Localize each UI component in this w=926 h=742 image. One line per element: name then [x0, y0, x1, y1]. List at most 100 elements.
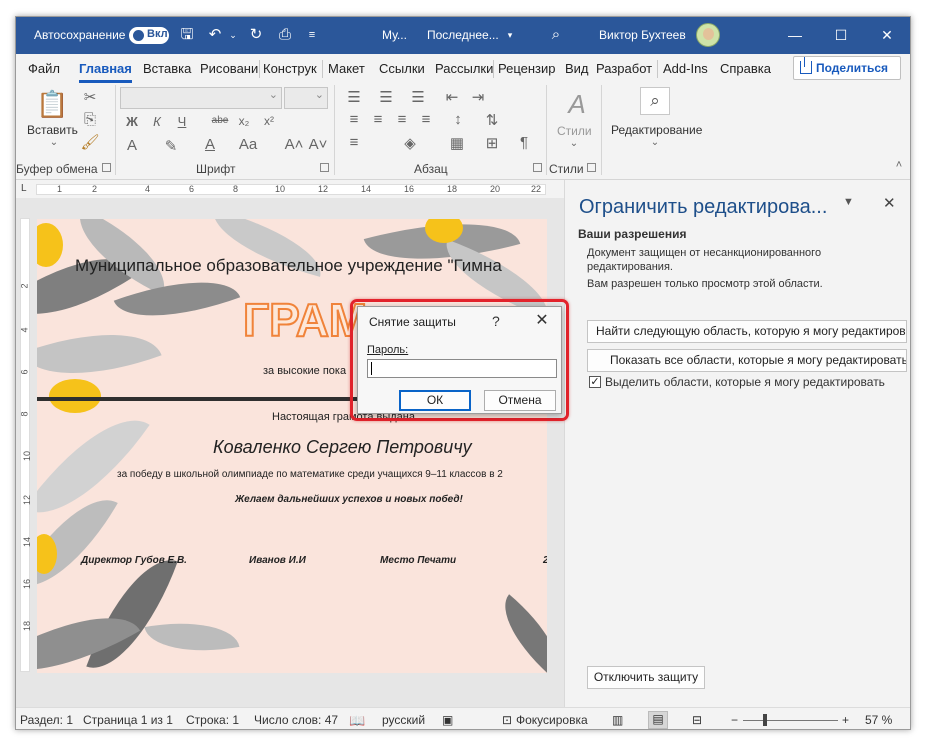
zoom-slider-thumb[interactable]	[763, 714, 767, 726]
dialog-close-button[interactable]: ✕	[533, 310, 551, 329]
close-button[interactable]: ✕	[864, 17, 910, 54]
tab-selector-icon[interactable]: L	[21, 183, 27, 194]
font-name-combo[interactable]	[120, 87, 282, 109]
pane-close-icon[interactable]: ✕	[883, 194, 896, 212]
undo-icon[interactable]: ↶	[205, 25, 225, 45]
pilcrow-button[interactable]: ¶	[514, 134, 534, 151]
text-effects-icon[interactable]: A	[122, 137, 142, 154]
tab-references[interactable]: Ссылки	[379, 61, 425, 76]
borders-icon[interactable]: ▦	[447, 134, 467, 152]
align-left-icon[interactable]: ≡	[344, 111, 364, 128]
zoom-level[interactable]: 57 %	[865, 713, 892, 727]
numbering-icon[interactable]: ☰	[376, 88, 396, 106]
clipboard-launcher-icon[interactable]	[102, 163, 111, 172]
cancel-button[interactable]: Отмена	[484, 390, 556, 411]
editing-dropdown-icon[interactable]: ⌄	[645, 137, 665, 148]
tab-layout[interactable]: Макет	[328, 61, 365, 76]
print-preview-icon[interactable]: ⎙	[275, 25, 295, 45]
document-status[interactable]: Последнее...	[427, 28, 499, 42]
save-icon[interactable]: 🖫	[177, 25, 197, 45]
focus-icon[interactable]: ⊡	[502, 713, 512, 727]
status-words[interactable]: Число слов: 47	[254, 713, 338, 727]
change-case-icon[interactable]: Aa	[238, 136, 258, 153]
zoom-slider[interactable]	[743, 720, 838, 721]
web-layout-icon[interactable]: ⊟	[692, 713, 702, 727]
strikethrough-button[interactable]: abe	[208, 115, 232, 126]
multilevel-list-icon[interactable]: ☰	[408, 88, 428, 106]
editing-search-icon[interactable]: ⌕	[640, 87, 670, 115]
distributed-icon[interactable]: ≡	[344, 134, 364, 151]
styles-icon[interactable]: A	[562, 89, 592, 120]
tab-insert[interactable]: Вставка	[143, 61, 191, 76]
italic-button[interactable]: К	[147, 114, 167, 129]
font-size-combo[interactable]	[284, 87, 328, 109]
styles-dropdown-icon[interactable]: ⌄	[564, 138, 584, 149]
collapse-ribbon-icon[interactable]: ˄	[889, 159, 909, 171]
tab-addins[interactable]: Add-Ins	[663, 61, 708, 76]
show-hide-icon[interactable]: ⊞	[482, 134, 502, 152]
line-spacing-icon[interactable]: ↕	[448, 111, 468, 128]
search-icon[interactable]: ⌕	[546, 25, 566, 45]
sort-icon[interactable]: ⇅	[482, 111, 502, 129]
read-mode-icon[interactable]: ▥	[612, 713, 623, 727]
tab-developer[interactable]: Разработ	[596, 61, 652, 76]
password-input[interactable]	[367, 359, 557, 378]
tab-home[interactable]: Главная	[79, 61, 132, 83]
document-page[interactable]: Муниципальное образовательное учреждение…	[37, 219, 547, 673]
user-name[interactable]: Виктор Бухтеев	[599, 28, 686, 42]
paste-label[interactable]: Вставить	[27, 123, 78, 137]
justify-icon[interactable]: ≡	[416, 111, 436, 128]
paste-icon[interactable]: 📋	[36, 89, 68, 120]
shading-icon[interactable]: ◈	[400, 134, 420, 152]
highlight-regions-checkbox[interactable]: ✓	[589, 376, 601, 388]
superscript-button[interactable]: x²	[259, 114, 279, 128]
share-button[interactable]: Поделиться	[793, 56, 901, 80]
proofing-icon[interactable]: 📖	[349, 713, 365, 729]
show-all-regions-button[interactable]: Показать все области, которые я могу ред…	[587, 349, 907, 372]
bold-button[interactable]: Ж	[122, 114, 142, 129]
format-painter-icon[interactable]: 🖌	[80, 133, 100, 151]
vertical-ruler[interactable]: 2 4 6 8 10 12 14 16 18	[20, 218, 32, 672]
zoom-out-button[interactable]: −	[731, 713, 738, 727]
zoom-in-button[interactable]: +	[842, 713, 849, 727]
title-dropdown-icon[interactable]: ▾	[500, 25, 520, 45]
copy-icon[interactable]: ⎘	[80, 111, 100, 128]
avatar[interactable]	[696, 23, 720, 47]
shrink-font-icon[interactable]: A˅	[308, 136, 328, 153]
font-color-icon[interactable]: A	[200, 136, 220, 153]
ok-button[interactable]: ОК	[399, 390, 471, 411]
grow-font-icon[interactable]: A˄	[284, 136, 304, 153]
cut-icon[interactable]: ✂	[80, 88, 100, 106]
tab-help[interactable]: Справка	[720, 61, 771, 76]
tab-mailings[interactable]: Рассылки	[435, 61, 493, 76]
styles-launcher-icon[interactable]	[587, 163, 596, 172]
styles-label[interactable]: Стили	[557, 124, 592, 138]
align-center-icon[interactable]: ≡	[368, 111, 388, 128]
increase-indent-icon[interactable]: ⇥	[468, 88, 488, 106]
autosave-toggle[interactable]: Вкл	[129, 27, 169, 44]
bullets-icon[interactable]: ☰	[344, 88, 364, 106]
customize-toolbar-icon[interactable]: ≡	[302, 25, 322, 45]
tab-design[interactable]: Конструк	[263, 61, 317, 76]
font-launcher-icon[interactable]	[320, 163, 329, 172]
dialog-help-button[interactable]: ?	[492, 313, 500, 329]
tab-view[interactable]: Вид	[565, 61, 589, 76]
minimize-button[interactable]: —	[772, 17, 818, 54]
focus-mode-button[interactable]: Фокусировка	[516, 713, 588, 727]
underline-button[interactable]: Ч	[172, 114, 192, 129]
editing-label[interactable]: Редактирование	[611, 123, 702, 137]
find-next-region-button[interactable]: Найти следующую область, которую я могу …	[587, 320, 907, 343]
document-area[interactable]: 2 4 6 8 10 12 14 16 18 Муниципальное обр…	[16, 198, 564, 707]
tab-file[interactable]: Файл	[28, 61, 60, 76]
highlight-regions-label[interactable]: Выделить области, которые я могу редакти…	[605, 375, 885, 389]
paste-dropdown-icon[interactable]: ⌄	[44, 137, 64, 148]
align-right-icon[interactable]: ≡	[392, 111, 412, 128]
document-title[interactable]: Му...	[382, 28, 407, 42]
maximize-button[interactable]: ☐	[818, 17, 864, 54]
print-layout-icon[interactable]: ▤	[648, 711, 668, 729]
horizontal-ruler[interactable]: 1 2 4 6 8 10 12 14 16 18 20 22	[36, 184, 546, 195]
pane-menu-icon[interactable]: ▼	[843, 196, 854, 208]
status-page[interactable]: Страница 1 из 1	[83, 713, 173, 727]
paragraph-launcher-icon[interactable]	[533, 163, 542, 172]
tab-draw[interactable]: Рисовани	[200, 61, 258, 76]
